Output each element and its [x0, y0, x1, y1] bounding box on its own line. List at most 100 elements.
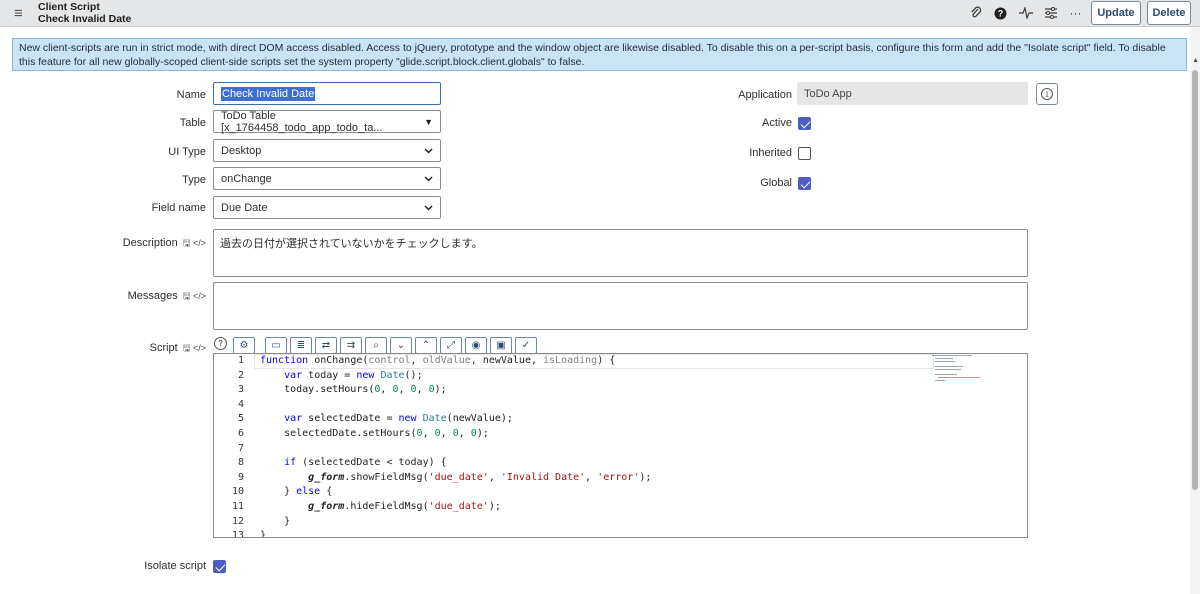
save-icon[interactable]: 🖫: [183, 291, 191, 301]
type-select[interactable]: onChange: [213, 167, 441, 190]
info-message: New client-scripts are run in strict mod…: [12, 38, 1187, 71]
code-line[interactable]: if (selectedDate < today) {: [260, 456, 447, 471]
save-icon[interactable]: 🖫: [183, 343, 191, 353]
code-line[interactable]: var selectedDate = new Date(newValue);: [260, 412, 513, 427]
active-label: Active: [762, 117, 792, 129]
line-number: 6: [237, 428, 244, 439]
caret-down-icon: ▼: [424, 116, 433, 127]
line-number: 7: [237, 442, 244, 454]
script-label: Script: [149, 342, 178, 354]
table-label: Table: [179, 117, 206, 129]
line-number: 13: [231, 530, 244, 538]
application-label: Application: [738, 89, 792, 101]
line-number: 12: [231, 515, 244, 527]
line-number: 5: [237, 413, 244, 425]
field-name-value: Due Date: [221, 201, 268, 214]
line-number: 8: [237, 457, 244, 469]
description-value: 過去の日付が選択されていないかをチェックします。: [220, 238, 483, 250]
code-line[interactable]: function onChange(control, oldValue, new…: [260, 354, 615, 369]
code-line[interactable]: } else {: [260, 485, 332, 500]
update-button[interactable]: Update: [1091, 1, 1141, 25]
line-number: 11: [231, 501, 244, 512]
application-value: ToDo App: [804, 87, 852, 100]
table-value: ToDo Table [x_1764458_todo_app_todo_ta..…: [221, 109, 383, 134]
header-icons: ? ···: [963, 4, 1088, 22]
inherited-label: Inherited: [749, 147, 792, 159]
replace-icon[interactable]: ⇄: [315, 337, 337, 354]
activity-icon[interactable]: [1013, 4, 1038, 22]
ui-type-select[interactable]: Desktop: [213, 139, 441, 162]
code-line[interactable]: }: [260, 515, 290, 530]
attachment-icon[interactable]: [963, 4, 988, 22]
messages-field[interactable]: [213, 282, 1028, 330]
help-icon[interactable]: ?: [988, 4, 1013, 22]
code-line[interactable]: selectedDate.setHours(0, 0, 0, 0);: [260, 427, 489, 442]
description-field[interactable]: 過去の日付が選択されていないかをチェックします。: [213, 229, 1028, 277]
code-line[interactable]: var today = new Date();: [260, 369, 423, 384]
script-label-wrap: Script 🖫 </>: [80, 341, 206, 357]
save-icon[interactable]: ▣: [490, 337, 512, 354]
global-checkbox[interactable]: [798, 177, 811, 190]
code-line[interactable]: g_form.hideFieldMsg('due_date');: [260, 500, 501, 515]
line-number: 9: [237, 471, 244, 483]
check-syntax-icon[interactable]: ✓: [515, 337, 537, 354]
code-minimap[interactable]: [932, 354, 987, 384]
page-scrollbar[interactable]: ▲: [1190, 27, 1200, 594]
code-line[interactable]: g_form.showFieldMsg('due_date', 'Invalid…: [260, 471, 651, 486]
ui-type-value: Desktop: [221, 144, 262, 157]
line-number: 10: [231, 486, 244, 498]
search-icon[interactable]: ⌕: [365, 337, 387, 354]
inherited-checkbox[interactable]: [798, 147, 811, 160]
field-icons: 🖫 </>: [183, 343, 206, 353]
fold-down-icon[interactable]: ⌄: [390, 337, 412, 354]
isolate-script-label: Isolate script: [144, 560, 206, 572]
settings-icon[interactable]: [1038, 4, 1063, 22]
form-header: ≡ Client Script Check Invalid Date ? ···…: [0, 0, 1200, 27]
table-select[interactable]: ToDo Table [x_1764458_todo_app_todo_ta..…: [213, 109, 441, 134]
more-icon[interactable]: ···: [1063, 4, 1088, 22]
scroll-thumb[interactable]: [1192, 70, 1198, 490]
code-icon[interactable]: </>: [193, 343, 206, 353]
info-icon: i: [1041, 88, 1053, 100]
chevron-down-icon: [424, 204, 433, 211]
script-help-icon[interactable]: ?: [214, 337, 227, 350]
fold-up-icon[interactable]: ⌃: [415, 337, 437, 354]
line-number: 4: [237, 398, 244, 410]
delete-button[interactable]: Delete: [1147, 1, 1191, 25]
fullscreen-icon[interactable]: ⤢: [440, 337, 462, 354]
name-label: Name: [176, 89, 206, 101]
code-icon[interactable]: </>: [193, 238, 206, 248]
name-value: Check Invalid Date: [221, 86, 316, 101]
code-line[interactable]: today.setHours(0, 0, 0, 0);: [260, 383, 447, 398]
comment-icon[interactable]: ▭: [265, 337, 287, 354]
global-label: Global: [760, 177, 792, 189]
menu-icon[interactable]: ≡: [14, 5, 23, 22]
format-icon[interactable]: ≣: [290, 337, 312, 354]
application-info-button[interactable]: i: [1036, 83, 1058, 105]
page-title: Client Script Check Invalid Date: [38, 1, 132, 25]
line-number: 2: [237, 369, 244, 381]
isolate-script-checkbox[interactable]: [213, 560, 226, 573]
script-debugger-icon[interactable]: ◉: [465, 337, 487, 354]
toggle-syntax-icon[interactable]: ⚙: [233, 337, 255, 354]
active-checkbox[interactable]: [798, 117, 811, 130]
scroll-up-icon[interactable]: ▲: [1192, 57, 1199, 64]
script-editor[interactable]: 1 2 3 4 5 6 7 8 9 10 11 12 13 function o…: [213, 353, 1028, 538]
save-icon[interactable]: 🖫: [183, 238, 191, 248]
code-icon[interactable]: </>: [193, 291, 206, 301]
line-number: 3: [237, 384, 244, 396]
description-label-wrap: Description 🖫 </>: [80, 236, 206, 252]
description-label: Description: [122, 237, 178, 249]
code-line[interactable]: }: [260, 529, 266, 537]
field-icons: 🖫 </>: [183, 291, 206, 301]
field-name-select[interactable]: Due Date: [213, 196, 441, 219]
line-gutter: 1 2 3 4 5 6 7 8 9 10 11 12 13: [214, 354, 252, 537]
application-field: ToDo App: [797, 82, 1028, 105]
type-value: onChange: [221, 172, 272, 185]
line-number: 1: [237, 355, 244, 366]
replace-all-icon[interactable]: ⇉: [340, 337, 362, 354]
svg-text:?: ?: [998, 8, 1004, 18]
chevron-down-icon: [424, 147, 433, 154]
name-field[interactable]: Check Invalid Date: [213, 82, 441, 105]
chevron-down-icon: [424, 175, 433, 182]
